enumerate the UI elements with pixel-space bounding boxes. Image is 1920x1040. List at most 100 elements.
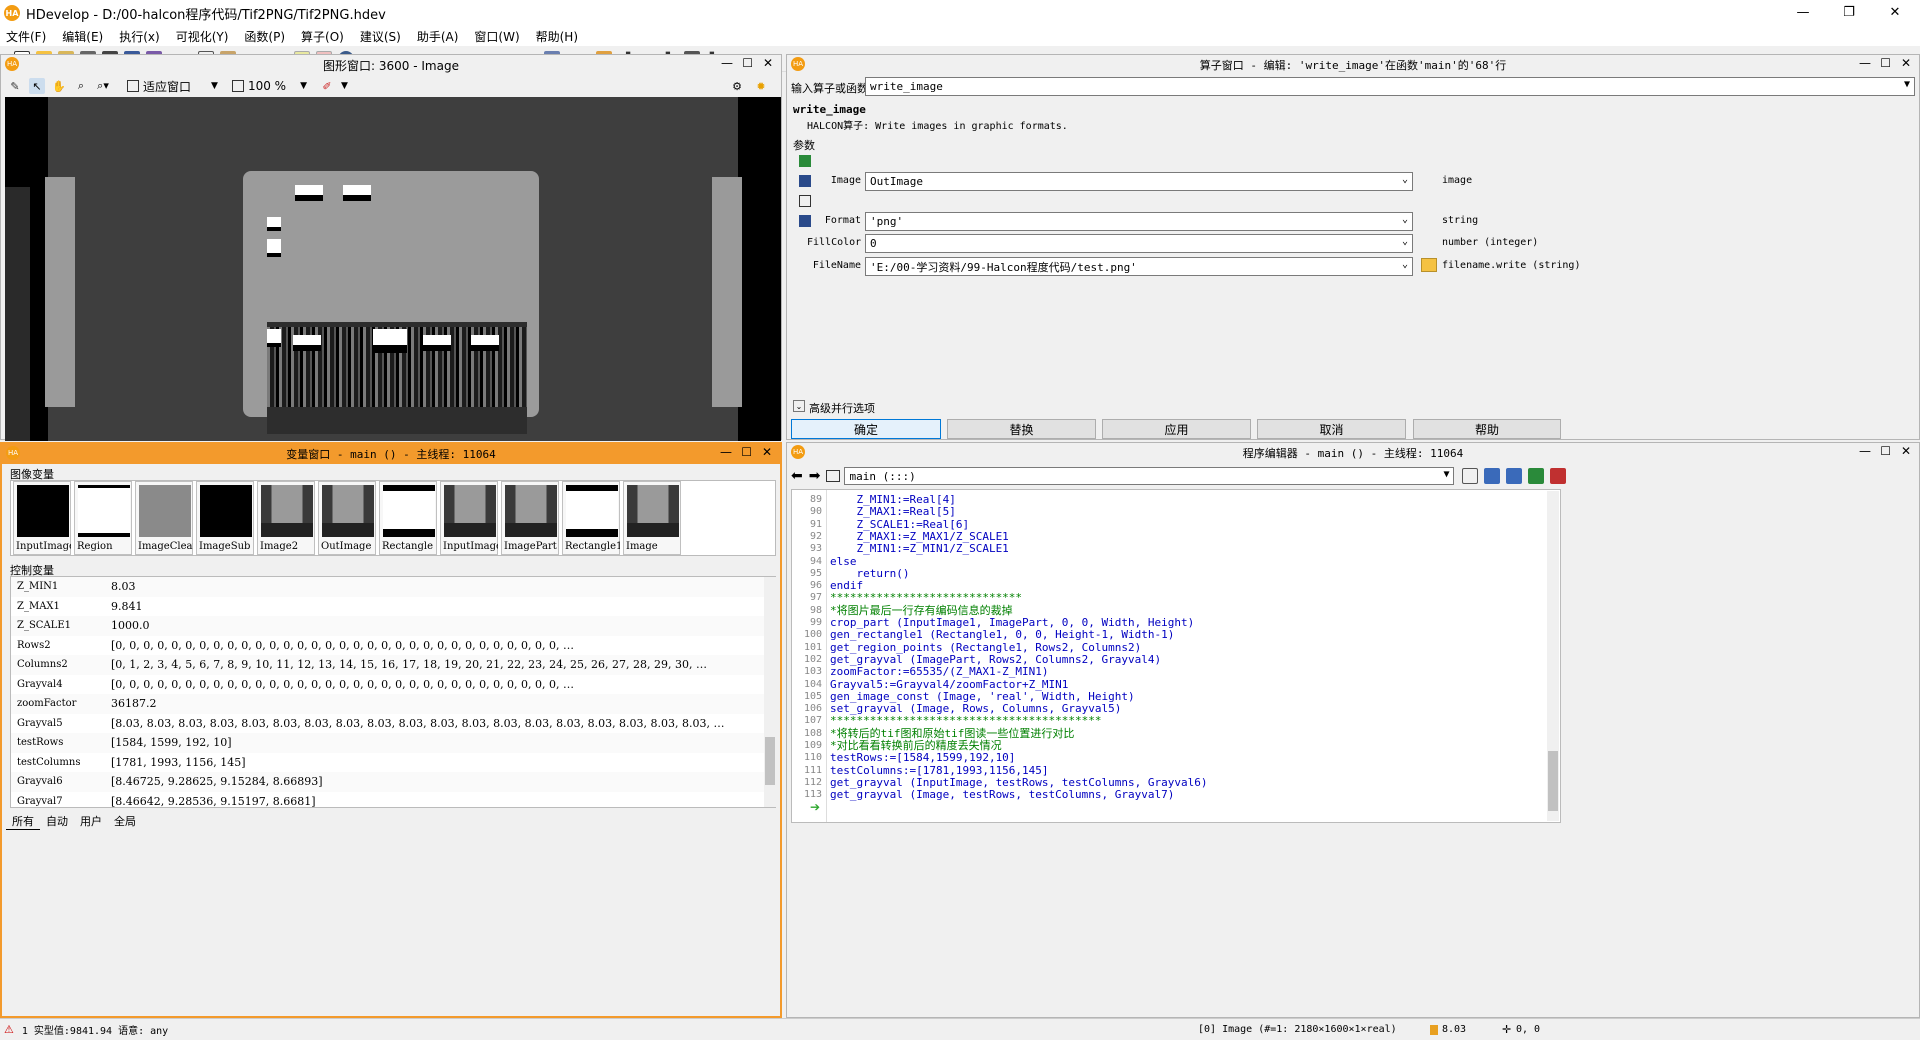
settings-sun-icon[interactable]: ✹ xyxy=(753,78,769,94)
image-variable-thumb[interactable]: InputImage xyxy=(13,481,71,555)
chevron-down-icon[interactable]: ▼ xyxy=(1443,469,1449,480)
chevron-down-icon[interactable]: ▼ xyxy=(300,81,307,91)
chevron-down-icon[interactable]: ⌄ xyxy=(1402,236,1408,247)
menu-edit[interactable]: 编辑(E) xyxy=(62,28,103,45)
code-line[interactable]: 97 ***************************** xyxy=(792,592,1552,605)
zoom-menu-icon[interactable]: ⌕▾ xyxy=(95,78,111,94)
panel-maximize-button[interactable]: ☐ xyxy=(1880,56,1891,70)
step-into-procedure-icon[interactable] xyxy=(1484,468,1501,484)
pan-hand-icon[interactable]: ✋ xyxy=(51,78,67,94)
operator-input-field[interactable]: write_image ▼ xyxy=(865,77,1915,96)
scrollbar-thumb[interactable] xyxy=(765,737,775,785)
menu-help[interactable]: 帮助(H) xyxy=(536,28,578,45)
control-variable-row[interactable]: zoomFactor 36187.2 xyxy=(11,694,769,714)
back-arrow-icon[interactable]: ⬅ xyxy=(791,468,803,484)
panel-minimize-button[interactable]: — xyxy=(721,56,733,70)
control-variable-row[interactable]: Grayval6 [8.46725, 9.28625, 9.15284, 8.66… xyxy=(11,772,769,792)
control-variable-row[interactable]: Z_SCALE1 1000.0 xyxy=(11,616,769,636)
folder-icon[interactable] xyxy=(1421,258,1437,272)
code-line[interactable]: 103 zoomFactor:=65535/(Z_MAX1-Z_MIN1) xyxy=(792,665,1552,678)
chevron-down-icon[interactable]: ▼ xyxy=(1904,79,1910,90)
advanced-options-label[interactable]: 高级并行选项 xyxy=(809,400,875,416)
chevron-down-icon[interactable]: ⌄ xyxy=(1402,214,1408,225)
control-variable-row[interactable]: Grayval7 [8.46642, 9.28536, 9.15197, 8.66… xyxy=(11,791,769,807)
code-area[interactable]: ➔ 89 Z_MIN1:=Real[4] 90 Z_MAX1:=Real[5] 91… xyxy=(791,489,1561,823)
chevron-down-icon[interactable]: ⌄ xyxy=(1402,174,1408,185)
code-line[interactable]: 104 Grayval5:=Grayval4/zoomFactor+Z_MIN1 xyxy=(792,678,1552,691)
fit-window-button[interactable]: 适应窗口 ▼ xyxy=(127,78,218,95)
image-variable-thumb[interactable]: Region xyxy=(74,481,132,555)
ok-button[interactable]: 确定 xyxy=(791,419,941,439)
tab-global[interactable]: 全局 xyxy=(108,813,142,830)
code-line[interactable]: 90 Z_MAX1:=Real[5] xyxy=(792,505,1552,518)
code-line[interactable]: 110 testRows:=[1584,1599,192,10] xyxy=(792,751,1552,764)
code-line[interactable]: 107 *************************************… xyxy=(792,715,1552,728)
menu-suggestions[interactable]: 建议(S) xyxy=(360,28,401,45)
tab-auto[interactable]: 自动 xyxy=(40,813,74,830)
replace-button[interactable]: 替换 xyxy=(947,419,1096,439)
image-variable-thumb[interactable]: OutImage xyxy=(318,481,376,555)
zoom-icon[interactable]: ⌕ xyxy=(73,78,89,94)
chevron-down-icon[interactable]: ▼ xyxy=(341,81,348,91)
restore-button[interactable]: ❐ xyxy=(1826,0,1872,24)
code-line[interactable]: 113 get_grayval (Image, testRows, testCol… xyxy=(792,788,1552,801)
code-line[interactable]: 95 return() xyxy=(792,567,1552,580)
panel-close-button[interactable]: ✕ xyxy=(1901,444,1911,458)
chevron-down-icon[interactable]: ⌄ xyxy=(1402,259,1408,270)
help-button[interactable]: 帮助 xyxy=(1413,419,1561,439)
panel-close-button[interactable]: ✕ xyxy=(762,445,772,459)
control-variable-row[interactable]: Grayval5 [8.03, 8.03, 8.03, 8.03, 8.03, 8… xyxy=(11,713,769,733)
minimize-button[interactable]: — xyxy=(1780,0,1826,24)
menu-file[interactable]: 文件(F) xyxy=(6,28,46,45)
panel-minimize-button[interactable]: — xyxy=(1859,56,1871,70)
cancel-button[interactable]: 取消 xyxy=(1257,419,1406,439)
panel-maximize-button[interactable]: ☐ xyxy=(742,56,753,70)
procedure-import-icon[interactable] xyxy=(1506,468,1523,484)
panel-close-button[interactable]: ✕ xyxy=(1901,56,1911,70)
tab-all[interactable]: 所有 xyxy=(6,813,40,830)
image-variable-thumb[interactable]: ImageCleared xyxy=(135,481,193,555)
image-variable-thumb[interactable]: Rectangle1 xyxy=(562,481,620,555)
draw-color-icon[interactable]: ✐ xyxy=(319,78,335,94)
procedure-export-icon[interactable] xyxy=(1528,468,1545,484)
procedure-delete-icon[interactable] xyxy=(1550,468,1567,484)
panel-close-button[interactable]: ✕ xyxy=(763,56,773,70)
panel-minimize-button[interactable]: — xyxy=(1859,444,1871,458)
panel-minimize-button[interactable]: — xyxy=(720,445,732,459)
image-variable-thumb[interactable]: ImagePart xyxy=(501,481,559,555)
pointer-icon[interactable]: ↖ xyxy=(29,78,45,94)
apply-button[interactable]: 应用 xyxy=(1102,419,1251,439)
menu-procedures[interactable]: 函数(P) xyxy=(244,28,285,45)
control-variable-row[interactable]: Rows2 [0, 0, 0, 0, 0, 0, 0, 0, 0, 0, 0, 0… xyxy=(11,635,769,655)
param-format-select[interactable]: 'png' ⌄ xyxy=(865,212,1413,231)
control-variable-row[interactable]: Grayval4 [0, 0, 0, 0, 0, 0, 0, 0, 0, 0, 0… xyxy=(11,674,769,694)
image-variable-thumb[interactable]: InputImage1 xyxy=(440,481,498,555)
vertical-scrollbar[interactable] xyxy=(764,577,776,807)
chevron-down-icon[interactable]: ⌄ xyxy=(793,400,805,412)
zoom-level-select[interactable]: 100 % ▼ xyxy=(231,79,307,93)
chevron-down-icon[interactable]: ▼ xyxy=(211,81,218,91)
param-fillcolor-select[interactable]: 0 ⌄ xyxy=(865,234,1413,253)
panel-maximize-button[interactable]: ☐ xyxy=(1880,444,1891,458)
param-filename-select[interactable]: 'E:/00-学习资料/99-Halcon程度代码/test.png' ⌄ xyxy=(865,257,1413,276)
clear-window-icon[interactable]: ✎ xyxy=(7,78,23,94)
code-line[interactable]: 93 Z_MIN1:=Z_MIN1/Z_SCALE1 xyxy=(792,542,1552,555)
procedure-icon[interactable] xyxy=(826,470,841,482)
menu-assistants[interactable]: 助手(A) xyxy=(417,28,459,45)
control-variable-row[interactable]: Z_MAX1 9.841 xyxy=(11,596,769,616)
scrollbar-thumb[interactable] xyxy=(1548,751,1558,811)
close-button[interactable]: ✕ xyxy=(1872,0,1918,24)
tools-icon[interactable]: ⚙ xyxy=(729,78,745,94)
image-variable-thumb[interactable]: ImageSub xyxy=(196,481,254,555)
code-line[interactable]: 94 else xyxy=(792,555,1552,568)
forward-arrow-icon[interactable]: ➡ xyxy=(809,468,821,484)
panel-maximize-button[interactable]: ☐ xyxy=(741,445,752,459)
menu-visualize[interactable]: 可视化(Y) xyxy=(176,28,229,45)
image-variable-thumb[interactable]: Image2 xyxy=(257,481,315,555)
image-variable-thumb[interactable]: Image xyxy=(623,481,681,555)
image-variable-thumb[interactable]: Rectangle xyxy=(379,481,437,555)
control-variable-row[interactable]: testColumns [1781, 1993, 1156, 145] xyxy=(11,752,769,772)
menu-window[interactable]: 窗口(W) xyxy=(474,28,519,45)
control-variable-row[interactable]: Columns2 [0, 1, 2, 3, 4, 5, 6, 7, 8, 9, 1… xyxy=(11,655,769,675)
vertical-scrollbar[interactable] xyxy=(1547,491,1559,821)
